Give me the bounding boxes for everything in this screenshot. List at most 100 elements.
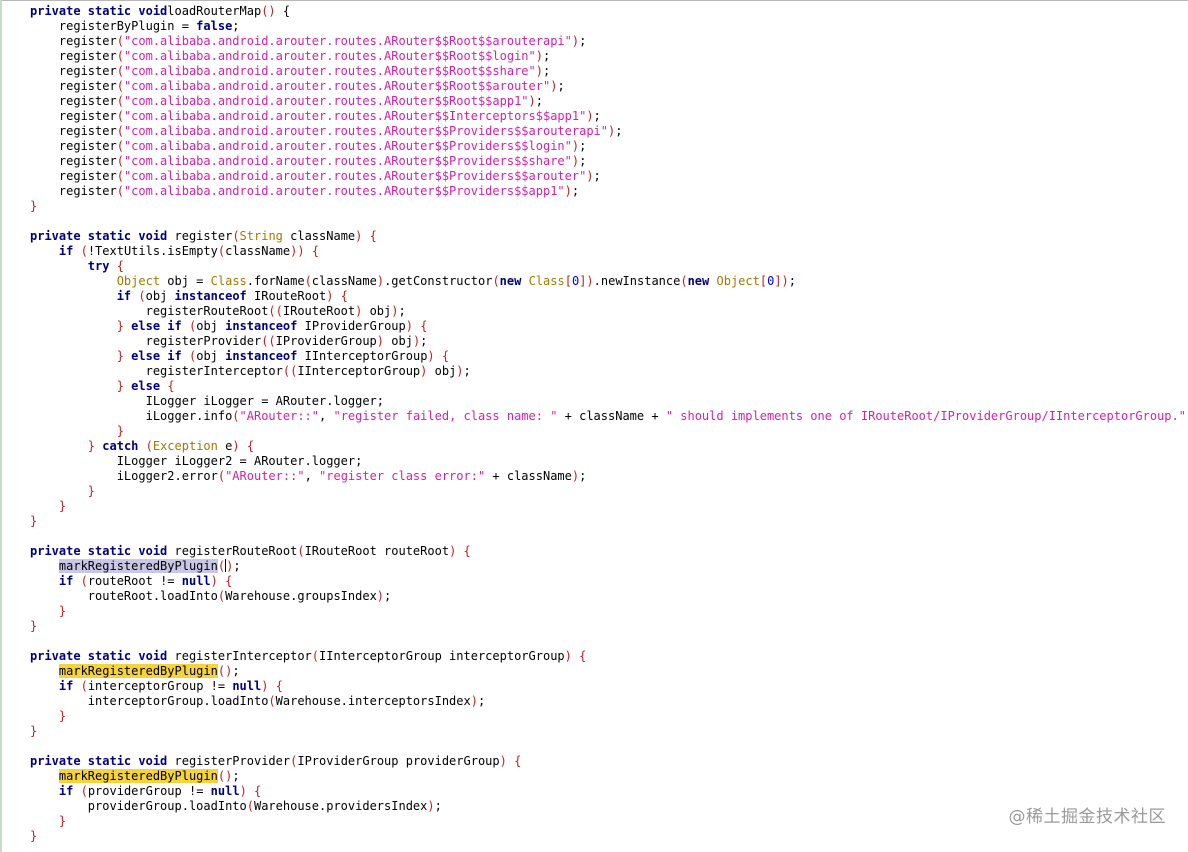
code-token: ; [463,364,471,378]
keyword-token: if [58,574,74,588]
code-token: IProviderGroup [297,319,406,333]
code-line[interactable]: ILogger iLogger = ARouter.logger; [30,394,1188,409]
code-line[interactable]: markRegisteredByPlugin(); [30,664,1188,679]
code-line[interactable]: } [30,604,1188,619]
code-line[interactable]: register("com.alibaba.android.arouter.ro… [30,64,1188,79]
code-line[interactable]: } [30,199,1188,214]
code-line[interactable]: try { [30,259,1188,274]
code-line[interactable]: markRegisteredByPlugin(); [30,769,1188,784]
paren-token: } [116,349,124,363]
paren-token: } [58,499,67,513]
code-line[interactable]: } [30,829,1188,844]
code-line[interactable]: routeRoot.loadInto(Warehouse.groupsIndex… [30,589,1188,604]
code-line[interactable]: } [30,709,1188,724]
paren-token: ( [217,559,226,573]
code-editor[interactable]: private static voidloadRouterMap() { reg… [0,0,1188,852]
keyword-token: private static void [30,4,168,18]
code-line[interactable]: register("com.alibaba.android.arouter.ro… [30,94,1188,109]
code-line[interactable]: registerInterceptor((IInterceptorGroup) … [30,364,1188,379]
code-line[interactable]: interceptorGroup.loadInto(Warehouse.inte… [30,694,1188,709]
paren-token: { [463,544,471,558]
code-line[interactable]: Object obj = Class.forName(className).ge… [30,274,1188,289]
paren-token: ( [304,274,312,288]
paren-token: ( [116,139,124,153]
code-token: ; [232,664,240,678]
code-token: ; [233,559,241,573]
paren-token: } [30,514,38,528]
paren-token: { [254,784,262,798]
code-token: IRouteRoot [282,304,356,318]
code-line[interactable] [30,634,1188,649]
code-line[interactable]: if (!TextUtils.isEmpty(className)) { [30,244,1188,259]
code-line[interactable]: markRegisteredByPlugin(); [30,559,1188,574]
code-token: iLogger2.error [30,469,218,483]
paren-token: } [116,319,124,333]
code-token: register [30,34,117,48]
code-line[interactable]: iLogger.info("ARouter::", "register fail… [30,409,1188,424]
code-line[interactable]: register("com.alibaba.android.arouter.ro… [30,34,1188,49]
code-token: ; [384,589,392,603]
code-line[interactable]: registerRouteRoot((IRouteRoot) obj); [30,304,1188,319]
code-token: registerByPlugin = [30,19,197,33]
code-token: , [319,409,334,423]
code-line[interactable]: } [30,484,1188,499]
paren-token: } [58,709,67,723]
paren-token: ]) [579,274,594,288]
code-line[interactable]: private static void register(String clas… [30,229,1188,244]
code-line[interactable]: if (providerGroup != null) { [30,784,1188,799]
code-line[interactable]: if (obj instanceof IRouteRoot) { [30,289,1188,304]
code-line[interactable]: } [30,424,1188,439]
code-line[interactable]: register("com.alibaba.android.arouter.ro… [30,109,1188,124]
code-line[interactable]: } catch (Exception e) { [30,439,1188,454]
code-line[interactable]: registerByPlugin = false; [30,19,1188,34]
code-line[interactable]: if (interceptorGroup != null) { [30,679,1188,694]
code-line[interactable] [30,529,1188,544]
code-line[interactable]: } else if (obj instanceof IProviderGroup… [30,319,1188,334]
code-line[interactable]: if (routeRoot != null) { [30,574,1188,589]
code-line[interactable]: register("com.alibaba.android.arouter.ro… [30,49,1188,64]
code-line[interactable] [30,739,1188,754]
code-line[interactable]: register("com.alibaba.android.arouter.ro… [30,79,1188,94]
paren-token: ) [535,49,543,63]
code-line[interactable]: private static void registerInterceptor(… [30,649,1188,664]
code-line[interactable]: register("com.alibaba.android.arouter.ro… [30,139,1188,154]
code-line[interactable]: } [30,619,1188,634]
code-token: IProviderGroup [275,334,377,348]
paren-token: } [58,604,67,618]
code-line[interactable]: private static void registerRouteRoot(IR… [30,544,1188,559]
paren-token: ) [564,649,572,663]
code-token: registerRouteRoot [30,304,269,318]
code-line[interactable]: register("com.alibaba.android.arouter.ro… [30,184,1188,199]
code-line[interactable]: register("com.alibaba.android.arouter.ro… [30,169,1188,184]
code-line[interactable]: register("com.alibaba.android.arouter.ro… [30,154,1188,169]
code-token: register [30,109,117,123]
paren-token: ( [116,79,124,93]
code-line[interactable]: private static voidloadRouterMap() { [30,4,1188,19]
code-line[interactable]: registerProvider((IProviderGroup) obj); [30,334,1188,349]
code-line[interactable]: private static void registerProvider(IPr… [30,754,1188,769]
code-token: register [30,49,117,63]
paren-token: { [420,319,428,333]
string-token: " should implements one of IRouteRoot/IP… [665,409,1186,423]
code-line[interactable] [30,214,1188,229]
code-line[interactable]: register("com.alibaba.android.arouter.ro… [30,124,1188,139]
code-line[interactable]: } else if (obj instanceof IInterceptorGr… [30,349,1188,364]
code-line[interactable]: ILogger iLogger2 = ARouter.logger; [30,454,1188,469]
code-line[interactable]: } [30,499,1188,514]
code-area[interactable]: private static voidloadRouterMap() { reg… [30,4,1188,844]
code-line[interactable]: } else { [30,379,1188,394]
code-line[interactable]: iLogger2.error("ARouter::", "register cl… [30,469,1188,484]
code-line[interactable]: } [30,724,1188,739]
code-line[interactable]: } [30,514,1188,529]
string-token: "com.alibaba.android.arouter.routes.ARou… [123,169,587,183]
keyword-token: instanceof [174,289,247,303]
code-token: register [30,64,117,78]
code-token: className [311,274,377,288]
code-token: IInterceptorGroup [297,349,428,363]
